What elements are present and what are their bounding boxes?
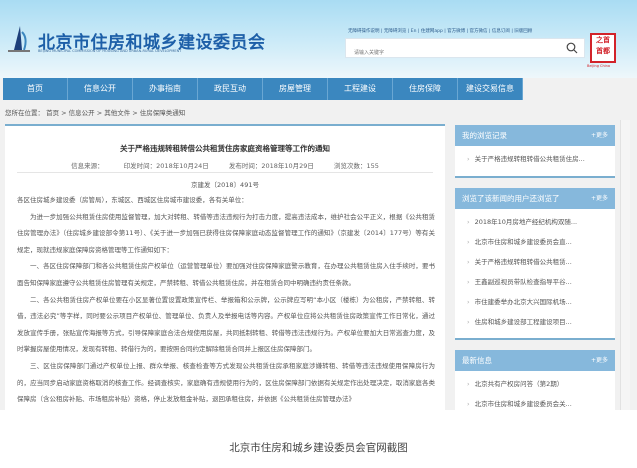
more-link[interactable]: +更多: [591, 188, 608, 209]
panel-title: 我的浏览记录: [462, 131, 507, 140]
search-icon[interactable]: [566, 42, 578, 54]
article-publish-date: 发布时间：2018年10月29日: [228, 162, 314, 170]
list-item[interactable]: 市住建委举办北京大兴国际机场...: [455, 292, 615, 312]
list-item[interactable]: 北京共有产权房问答（第2期）: [455, 374, 615, 394]
search-box: [345, 38, 585, 62]
panel-header: 我的浏览记录 +更多: [455, 125, 615, 146]
article-views: 浏览次数：155: [334, 162, 379, 170]
divider: [17, 172, 433, 173]
list-item[interactable]: 关于严格违规转租转借公共租赁住房...: [455, 146, 615, 176]
article: 关于严格违规转租转借公共租赁住房家庭资格管理等工作的通知 信息来源： 印发时间：…: [5, 124, 445, 410]
browsing-history-panel: 我的浏览记录 +更多 关于严格违规转租转借公共租赁住房...: [455, 125, 615, 178]
list-item[interactable]: 2018年10月房地产经纪机构双随...: [455, 212, 615, 232]
panel-header: 浏览了该新闻的用户还浏览了 +更多: [455, 188, 615, 209]
related-browse-panel: 浏览了该新闻的用户还浏览了 +更多 2018年10月房地产经纪机构双随... 北京…: [455, 188, 615, 340]
article-title: 关于严格违规转租转借公共租赁住房家庭资格管理等工作的通知: [120, 144, 330, 153]
article-source: 信息来源：: [71, 162, 104, 170]
search-input[interactable]: [354, 44, 554, 62]
list-item[interactable]: 住房和城乡建设部工程建设项目...: [455, 312, 615, 332]
nav-trading-info[interactable]: 建设交易信息: [458, 78, 523, 100]
capital-seal-logo: 之首 首都: [590, 33, 616, 63]
latest-info-panel: 最新信息 +更多 北京共有产权房问答（第2期） 北京市住房和城乡建设委员会关...: [455, 350, 615, 410]
document-number: 京建发〔2018〕491号: [191, 181, 259, 189]
paragraph: 一、各区住房保障部门和各公共租赁住房产权单位（运营管理单位）要加强对住房保障家庭…: [17, 262, 435, 287]
panel-title: 浏览了该新闻的用户还浏览了: [462, 194, 560, 203]
site-subtitle: BEIJING MUNICIPAL COMMISSION OF HOUSING …: [38, 49, 182, 53]
breadcrumb[interactable]: 您所在位置： 首页 > 信息公开 > 其他文件 > 住房保障类通知: [5, 107, 185, 117]
more-link[interactable]: +更多: [591, 125, 608, 146]
header: 北京市住房和城乡建设委员会 BEIJING MUNICIPAL COMMISSI…: [0, 0, 637, 78]
nav-service-guide[interactable]: 办事指南: [133, 78, 198, 100]
paragraph: 三、区住房保障部门通过产权单位上报、群众举报、核查检查等方式发现公共租赁住房承租…: [17, 361, 435, 404]
top-links[interactable]: 无障碍操作说明 | 无障碍浏览 | En | 住建网app | 官方微博 | 官…: [348, 28, 532, 34]
panel-title: 最新信息: [462, 356, 492, 365]
list-item[interactable]: 关于严格违规转租转借公共租赁...: [455, 252, 615, 272]
paragraph: 二、各公共租赁住房产权单位要在小区显著位置设置政策宣传栏、举报箱和公示牌，公示牌…: [17, 295, 435, 354]
nav-info-disclosure[interactable]: 信息公开: [68, 78, 133, 100]
paragraph: 各区住房城乡建设委（房管局），东城区、西城区住房城市建设委，各有关单位：: [17, 196, 248, 204]
screenshot: 北京市住房和城乡建设委员会 BEIJING MUNICIPAL COMMISSI…: [0, 0, 637, 410]
article-print-date: 印发时间：2018年10月24日: [123, 162, 209, 170]
nav-construction[interactable]: 工程建设: [328, 78, 393, 100]
nav-interaction[interactable]: 政民互动: [198, 78, 263, 100]
scrollbar[interactable]: [620, 120, 630, 410]
list-item[interactable]: 北京市住房和城乡建设委员会关...: [455, 394, 615, 410]
sidebar: 我的浏览记录 +更多 关于严格违规转租转借公共租赁住房... 浏览了该新闻的用户还…: [455, 125, 615, 410]
nav-home[interactable]: 首页: [3, 78, 68, 100]
article-meta: 信息来源： 印发时间：2018年10月24日 发布时间：2018年10月29日 …: [5, 160, 445, 170]
main-nav: 首页 信息公开 办事指南 政民互动 房屋管理 工程建设 住房保障 建设交易信息: [3, 78, 523, 100]
logo-icon: [8, 26, 30, 52]
panel-header: 最新信息 +更多: [455, 350, 615, 371]
list-item[interactable]: 王鑫副巡视员带队检查指导平谷...: [455, 272, 615, 292]
more-link[interactable]: +更多: [591, 350, 608, 371]
article-body: 各区住房城乡建设委（房管局），东城区、西城区住房城市建设委，各有关单位： 为进一…: [17, 192, 435, 408]
list-item[interactable]: 北京市住房和城乡建设委员会直...: [455, 232, 615, 252]
image-caption: 北京市住房和城乡建设委员会官网截图: [229, 442, 408, 454]
nav-housing-management[interactable]: 房屋管理: [263, 78, 328, 100]
nav-housing-security[interactable]: 住房保障: [393, 78, 458, 100]
seal-caption: Beijing China: [587, 64, 611, 68]
paragraph: 为进一步加强公共租赁住房使用监督管理，加大对转租、转借等违法违规行为打击力度，提…: [17, 212, 435, 254]
